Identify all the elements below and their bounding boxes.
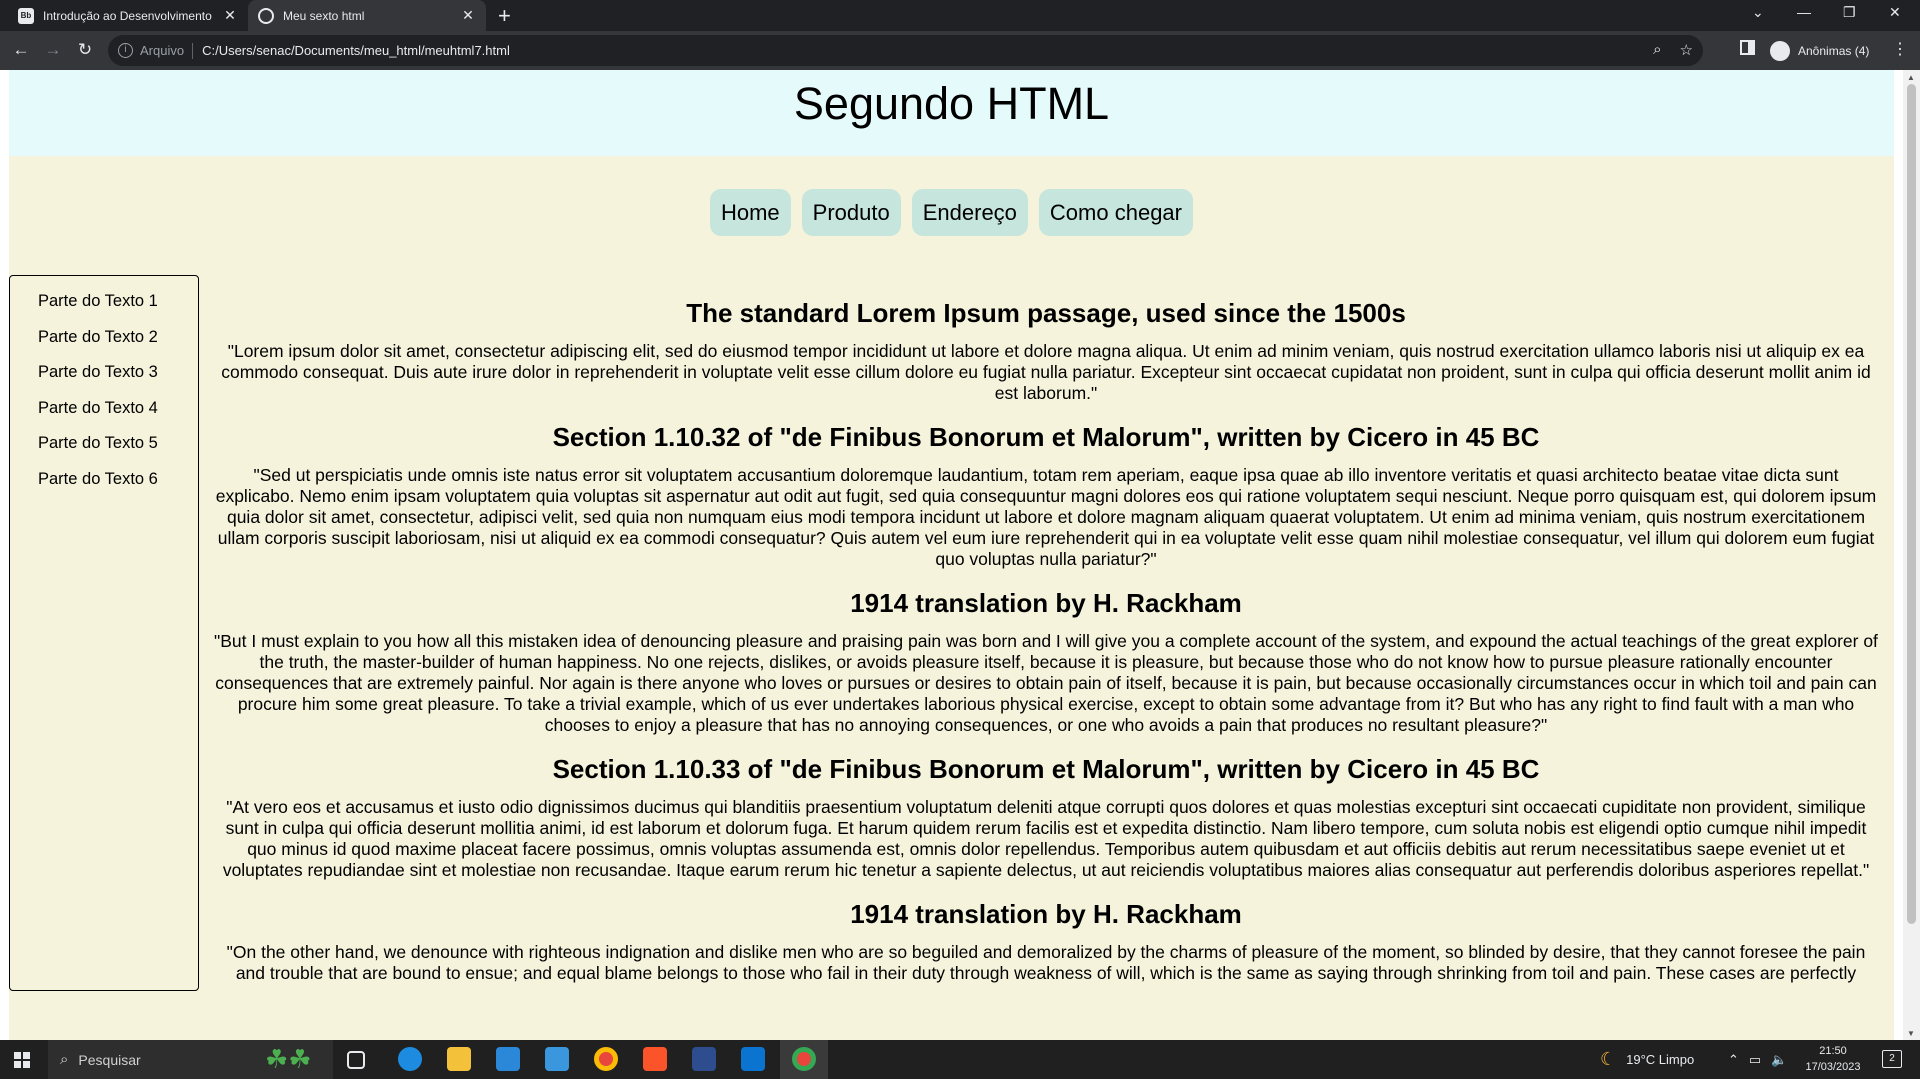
- section-paragraph: "On the other hand, we denounce with rig…: [226, 942, 1866, 983]
- vertical-scrollbar[interactable]: ▲ ▼: [1903, 70, 1920, 1040]
- taskbar-search-placeholder: Pesquisar: [78, 1051, 141, 1068]
- mail-icon[interactable]: [545, 1047, 569, 1071]
- section-paragraph: "But I must explain to you how all this …: [214, 631, 1878, 735]
- profile-label: Anônimas (4): [1798, 43, 1870, 58]
- clock-date: 17/03/2023: [1805, 1061, 1861, 1073]
- profile-button[interactable]: Anônimas (4): [1770, 36, 1869, 65]
- clock[interactable]: 21:50 17/03/2023: [1798, 1043, 1868, 1075]
- section-paragraph: "Sed ut perspiciatis unde omnis iste nat…: [215, 465, 1877, 569]
- store-icon[interactable]: [496, 1047, 520, 1071]
- address-url[interactable]: C:/Users/senac/Documents/meu_html/meuhtm…: [202, 43, 510, 58]
- tab-introducao[interactable]: Bb Introdução ao Desenvolvimento ✕: [8, 0, 248, 31]
- task-view-icon[interactable]: [347, 1051, 365, 1069]
- minimize-button[interactable]: —: [1797, 4, 1811, 20]
- brave-icon[interactable]: [643, 1047, 667, 1071]
- windows-start-icon[interactable]: [14, 1052, 30, 1068]
- tab-title: Introdução ao Desenvolvimento: [43, 8, 212, 23]
- sidebar: Parte do Texto 1 Parte do Texto 2 Parte …: [9, 275, 199, 991]
- menu-kebab-icon[interactable]: ⋮: [1892, 39, 1908, 59]
- chrome-incognito-icon[interactable]: [792, 1047, 816, 1071]
- system-tray: ⌃ ▭ 🔈: [1728, 1040, 1787, 1079]
- section-heading: Section 1.10.32 of "de Finibus Bonorum e…: [552, 422, 1540, 452]
- weather-widget[interactable]: ☾ 19°C Limpo: [1600, 1040, 1694, 1079]
- new-tab-button[interactable]: +: [498, 3, 511, 29]
- clock-time: 21:50: [1819, 1045, 1847, 1057]
- close-window-button[interactable]: ✕: [1889, 4, 1901, 21]
- bb-logo-icon: Bb: [18, 7, 34, 24]
- section-paragraph: "At vero eos et accusamus et iusto odio …: [222, 797, 1870, 880]
- top-menu: Home Produto Endereço Como chegar: [9, 189, 1894, 236]
- sidebar-item-texto-1[interactable]: Parte do Texto 1: [10, 292, 198, 328]
- scroll-down-arrow-icon[interactable]: ▼: [1907, 1029, 1915, 1038]
- volume-icon[interactable]: 🔈: [1771, 1052, 1787, 1068]
- back-button[interactable]: ←: [11, 40, 31, 60]
- scrollbar-thumb[interactable]: [1907, 84, 1916, 924]
- tab-strip: Bb Introdução ao Desenvolvimento ✕ Meu s…: [0, 0, 1920, 31]
- network-icon[interactable]: ▭: [1749, 1052, 1761, 1068]
- bookmark-star-icon[interactable]: ☆: [1680, 41, 1693, 59]
- sidebar-item-texto-6[interactable]: Parte do Texto 6: [10, 470, 198, 506]
- tab-search-chevron-icon[interactable]: ⌄: [1752, 4, 1764, 21]
- close-tab-icon[interactable]: ✕: [460, 7, 476, 24]
- chevron-up-icon[interactable]: ⌃: [1728, 1052, 1739, 1068]
- menu-como-chegar[interactable]: Como chegar: [1038, 189, 1193, 236]
- address-bar[interactable]: i Arquivo C:/Users/senac/Documents/meu_h…: [108, 35, 1703, 66]
- page-header: Segundo HTML: [9, 70, 1894, 156]
- notification-center-icon[interactable]: 2: [1882, 1050, 1902, 1068]
- close-tab-icon[interactable]: ✕: [222, 7, 238, 24]
- zoom-icon[interactable]: ⌕: [1653, 41, 1661, 59]
- powershell-icon[interactable]: [692, 1047, 716, 1071]
- info-icon[interactable]: i: [118, 43, 133, 58]
- forward-button[interactable]: →: [43, 40, 63, 60]
- menu-endereco[interactable]: Endereço: [911, 189, 1028, 236]
- section-heading: The standard Lorem Ipsum passage, used s…: [686, 298, 1406, 328]
- page-body: Segundo HTML Home Produto Endereço Como …: [9, 70, 1894, 1040]
- reload-button[interactable]: ↻: [75, 40, 95, 60]
- section-heading: 1914 translation by H. Rackham: [850, 899, 1242, 929]
- taskbar: ⌕ Pesquisar ☘☘ ☾ 19°C Limpo ⌃ ▭ 🔈 21:50 …: [0, 1040, 1920, 1079]
- address-scheme-label: Arquivo: [140, 43, 185, 58]
- section-heading: 1914 translation by H. Rackham: [850, 588, 1242, 618]
- scroll-up-arrow-icon[interactable]: ▲: [1907, 73, 1915, 82]
- edge-icon[interactable]: [398, 1047, 422, 1071]
- browser-toolbar: ← → ↻ i Arquivo C:/Users/senac/Documents…: [0, 31, 1920, 70]
- sidebar-item-texto-4[interactable]: Parte do Texto 4: [10, 399, 198, 435]
- moon-icon: ☾: [1600, 1049, 1617, 1069]
- tab-title: Meu sexto html: [283, 8, 365, 23]
- page-viewport[interactable]: Segundo HTML Home Produto Endereço Como …: [0, 70, 1920, 1040]
- address-divider: [192, 42, 194, 59]
- section-paragraph: "Lorem ipsum dolor sit amet, consectetur…: [221, 341, 1871, 403]
- page-title: Segundo HTML: [793, 78, 1110, 129]
- main-content: The standard Lorem Ipsum passage, used s…: [203, 287, 1889, 1002]
- menu-produto[interactable]: Produto: [801, 189, 901, 236]
- clover-decoration-icon: ☘☘: [265, 1044, 312, 1074]
- search-icon: ⌕: [60, 1051, 69, 1068]
- globe-icon: [258, 7, 274, 24]
- chrome-icon[interactable]: [594, 1047, 618, 1071]
- tab-meu-sexto-html[interactable]: Meu sexto html ✕: [248, 0, 486, 31]
- vscode-icon[interactable]: [741, 1047, 765, 1071]
- side-panel-icon[interactable]: [1740, 40, 1755, 55]
- incognito-avatar-icon: [1770, 40, 1790, 61]
- file-explorer-icon[interactable]: [447, 1047, 471, 1071]
- menu-home[interactable]: Home: [709, 189, 791, 236]
- section-heading: Section 1.10.33 of "de Finibus Bonorum e…: [552, 754, 1540, 784]
- sidebar-item-texto-5[interactable]: Parte do Texto 5: [10, 434, 198, 470]
- sidebar-item-texto-2[interactable]: Parte do Texto 2: [10, 328, 198, 364]
- weather-text: 19°C Limpo: [1626, 1052, 1695, 1067]
- sidebar-item-texto-3[interactable]: Parte do Texto 3: [10, 363, 198, 399]
- restore-button[interactable]: ❐: [1843, 4, 1856, 21]
